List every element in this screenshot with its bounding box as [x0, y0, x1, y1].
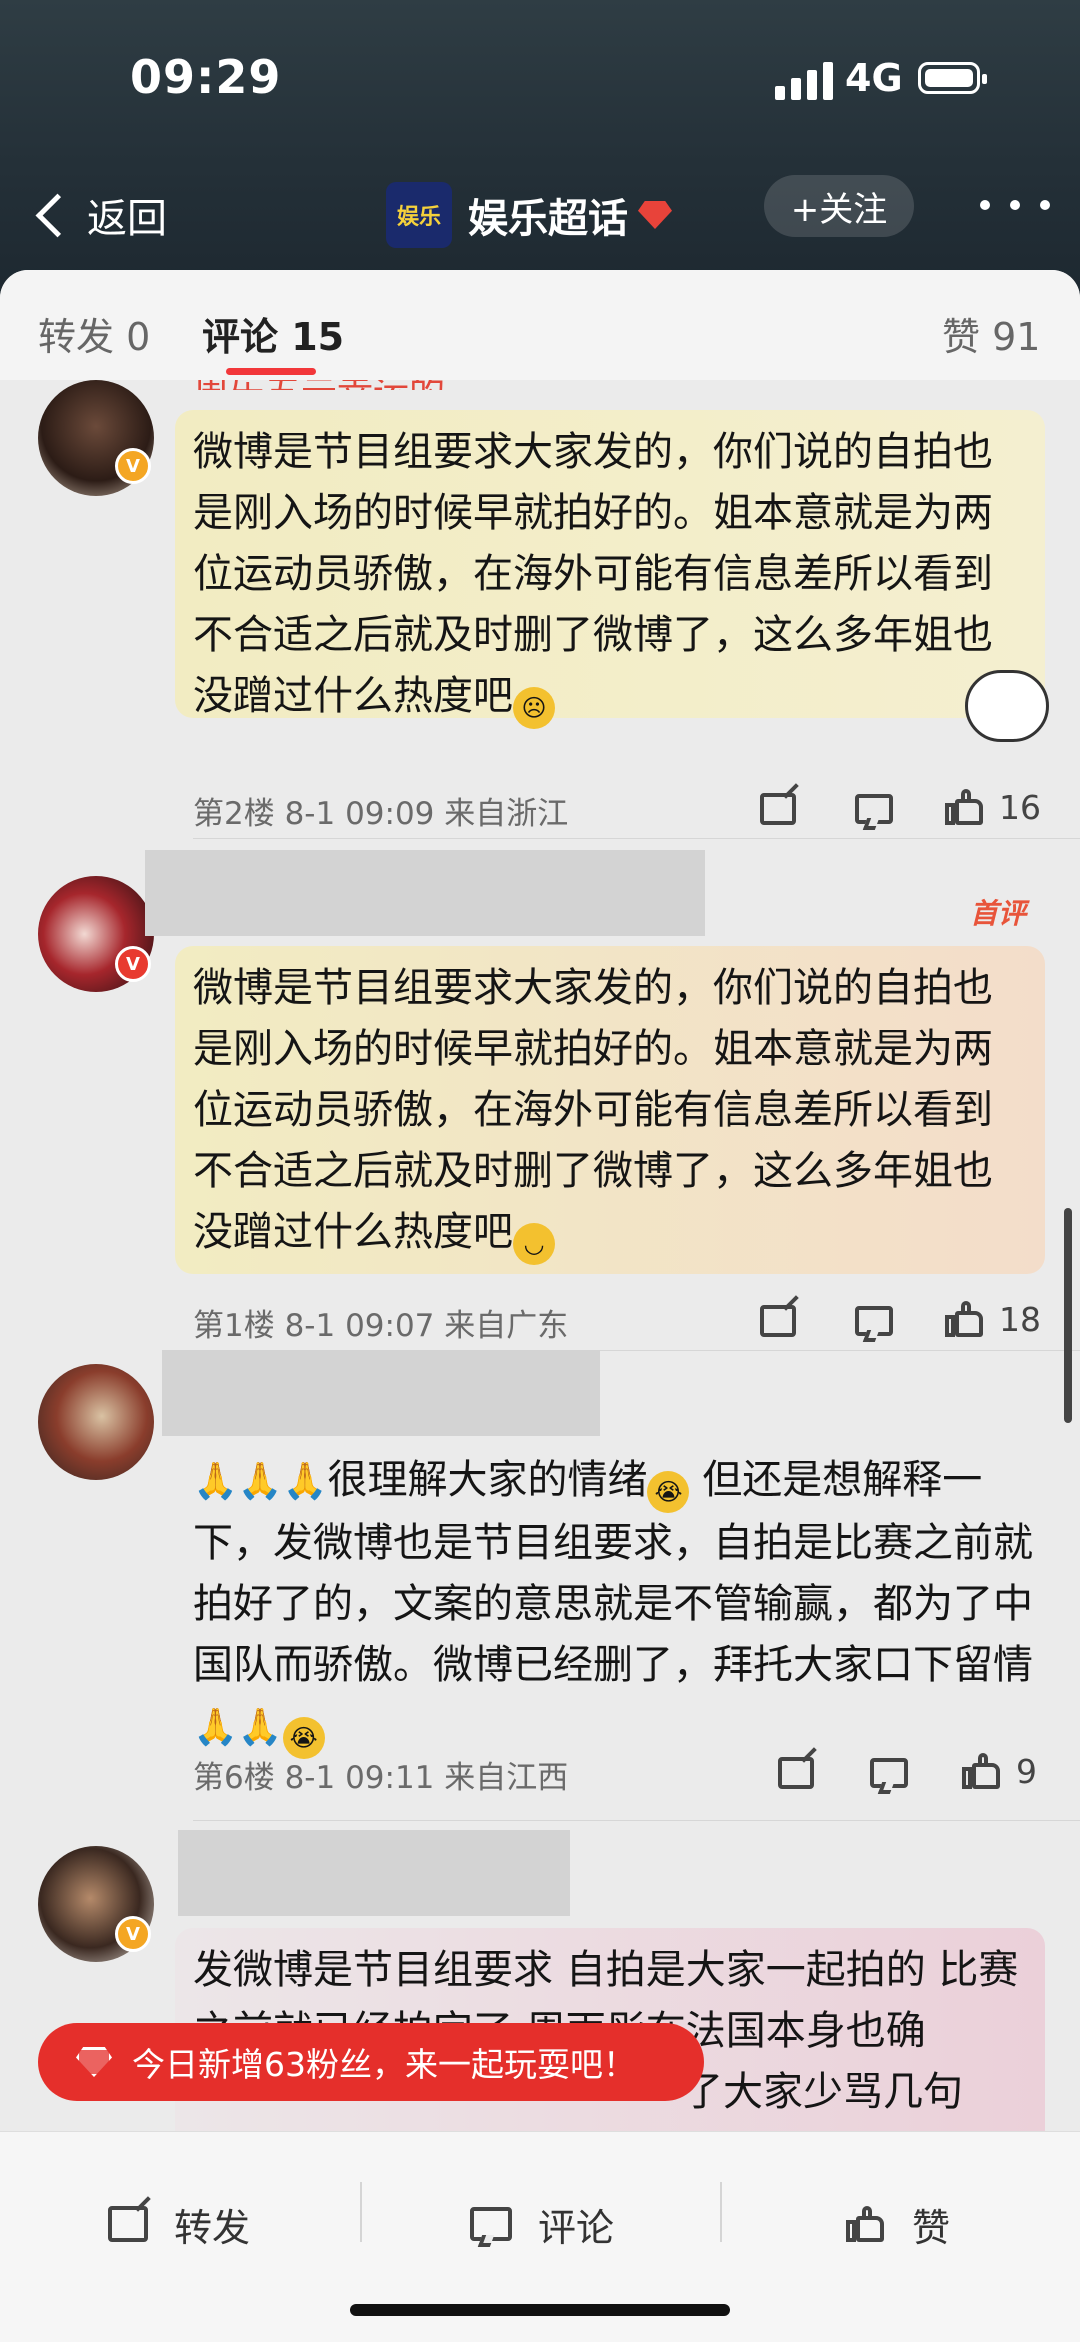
username-redacted	[162, 1350, 600, 1436]
like-count: 9	[1016, 1751, 1037, 1791]
verified-badge-icon: V	[115, 448, 151, 484]
comment-button[interactable]: 评论	[470, 2182, 614, 2266]
signal-icon	[775, 60, 835, 100]
comment-meta: 第6楼 8-1 09:11 来自江西	[193, 1760, 569, 1796]
repost-button[interactable]: 转发	[108, 2182, 250, 2266]
comment-list: V 周乐五云幸运的 微博是节目组要求大家发的，你们说的自拍也是刚入场的时候早就拍…	[0, 380, 1080, 2220]
active-tab-indicator	[226, 368, 316, 375]
tab-likes[interactable]: 赞 91	[942, 306, 1040, 361]
tab-comments[interactable]: 评论 15	[202, 306, 344, 361]
like-button[interactable]: 9	[962, 1748, 1037, 1794]
crying-emoji-icon: 😭	[647, 1471, 690, 1513]
toast-text: 今日新增63粉丝，来一起玩耍吧！	[132, 2045, 636, 2084]
repost-label: 转发	[174, 2205, 251, 2250]
comment-icon	[870, 1758, 908, 1788]
scrollbar[interactable]	[1064, 1208, 1072, 1423]
like-count: 16	[999, 787, 1041, 827]
nav-bar: 返回 娱乐 娱乐超话 +关注	[0, 165, 1080, 265]
like-label: 赞	[912, 2205, 951, 2250]
fan-toast[interactable]: 今日新增63粉丝，来一起玩耍吧！	[38, 2023, 704, 2101]
pleading-emoji-icon: ◡	[513, 1223, 555, 1265]
network-label: 4G	[845, 56, 903, 100]
sticker-icon	[965, 670, 1049, 742]
diamond-icon	[76, 2047, 112, 2077]
verified-badge-icon: V	[115, 946, 151, 982]
divider	[360, 2182, 362, 2242]
pray-emoji-icon: 🙏🙏	[193, 1707, 283, 1748]
share-icon	[760, 793, 796, 825]
status-bar: 09:29 4G	[0, 0, 1080, 160]
level-badge-icon	[638, 201, 672, 229]
channel-logo: 娱乐	[386, 182, 452, 248]
reply-button[interactable]	[855, 1298, 893, 1344]
like-icon	[962, 1753, 1002, 1789]
channel-header[interactable]: 娱乐 娱乐超话	[386, 173, 672, 257]
comment-meta: 第2楼 8-1 09:09 来自浙江	[193, 796, 569, 832]
comment-text: 微博是节目组要求大家发的，你们说的自拍也是刚入场的时候早就拍好的。姐本意就是为两…	[193, 422, 1027, 729]
verified-badge-icon: V	[115, 1916, 151, 1952]
comment-bubble: 微博是节目组要求大家发的，你们说的自拍也是刚入场的时候早就拍好的。姐本意就是为两…	[175, 410, 1045, 729]
share-icon	[108, 2206, 148, 2242]
like-button[interactable]: 16	[945, 784, 1041, 830]
back-label: 返回	[87, 196, 167, 242]
home-indicator[interactable]	[350, 2304, 730, 2316]
pray-emoji-icon: 🙏🙏🙏	[193, 1461, 328, 1502]
battery-icon	[918, 62, 987, 94]
follow-button[interactable]: +关注	[764, 175, 914, 237]
channel-name: 娱乐超话	[468, 196, 628, 242]
like-icon	[846, 2206, 886, 2242]
share-icon	[760, 1305, 796, 1337]
share-button[interactable]	[760, 786, 796, 832]
comment-icon	[855, 1306, 893, 1336]
more-icon[interactable]	[980, 185, 1050, 225]
share-button[interactable]	[778, 1750, 814, 1796]
sad-emoji-icon: ☹	[513, 687, 555, 729]
like-button[interactable]: 赞	[846, 2182, 950, 2266]
comment-label: 评论	[538, 2205, 615, 2250]
back-button[interactable]: 返回	[30, 175, 167, 255]
reply-button[interactable]	[855, 786, 893, 832]
tab-bar: 转发 0 评论 15 赞 91	[0, 270, 1080, 380]
like-button[interactable]: 18	[945, 1296, 1041, 1342]
tab-repost[interactable]: 转发 0	[38, 306, 150, 361]
divider	[720, 2182, 722, 2242]
share-icon	[778, 1757, 814, 1789]
status-time: 09:29	[130, 50, 282, 104]
like-icon	[945, 1301, 985, 1337]
comment-text: 🙏🙏🙏很理解大家的情绪 😭 但还是想解释一下，发微博也是节目组要求，自拍是比赛之前…	[193, 1450, 1053, 1759]
comment-meta: 第1楼 8-1 09:07 来自广东	[193, 1308, 569, 1344]
comment-icon	[855, 794, 893, 824]
username-redacted	[145, 850, 705, 936]
comment-bubble: 微博是节目组要求大家发的，你们说的自拍也是刚入场的时候早就拍好的。姐本意就是为两…	[175, 946, 1045, 1274]
like-icon	[945, 789, 985, 825]
comment-item: 🙏🙏🙏很理解大家的情绪 😭 但还是想解释一下，发微博也是节目组要求，自拍是比赛之前…	[0, 1350, 1080, 1830]
username-redacted	[178, 1830, 570, 1916]
comment-item: V 首评 微博是节目组要求大家发的，你们说的自拍也是刚入场的时候早就拍好的。姐本…	[0, 838, 1080, 1350]
first-comment-tag: 首评	[970, 897, 1027, 930]
avatar[interactable]	[38, 1364, 154, 1480]
back-chevron-icon	[35, 193, 80, 237]
comment-item: V 周乐五云幸运的 微博是节目组要求大家发的，你们说的自拍也是刚入场的时候早就拍…	[0, 380, 1080, 832]
comment-text: 微博是节目组要求大家发的，你们说的自拍也是刚入场的时候早就拍好的。姐本意就是为两…	[193, 958, 1027, 1265]
reply-button[interactable]	[870, 1750, 908, 1796]
share-button[interactable]	[760, 1298, 796, 1344]
like-count: 18	[999, 1299, 1041, 1339]
comment-icon	[470, 2207, 512, 2241]
comment-username[interactable]: 周乐五云幸运的	[193, 380, 445, 390]
